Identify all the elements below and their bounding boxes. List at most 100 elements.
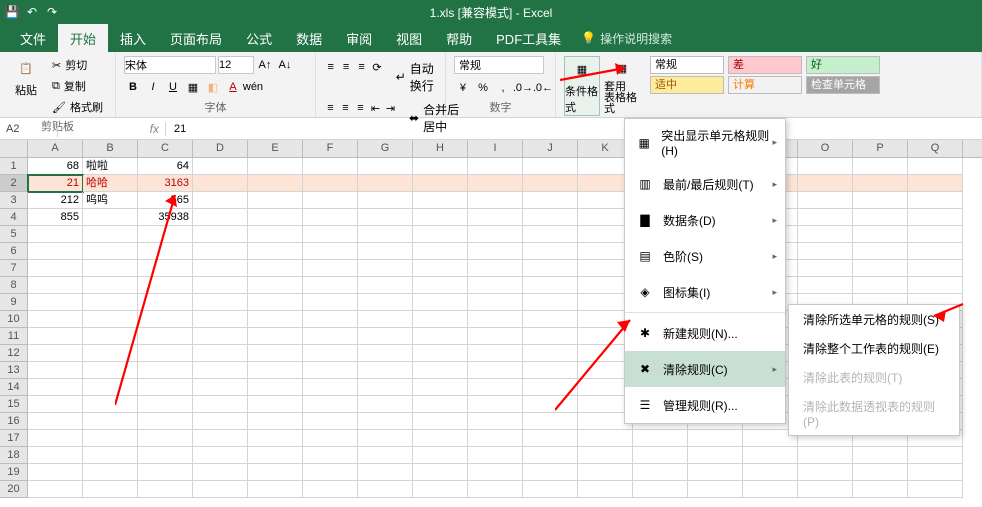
cell[interactable] (743, 464, 798, 481)
cell[interactable] (358, 328, 413, 345)
cell[interactable] (303, 413, 358, 430)
cell[interactable] (798, 243, 853, 260)
col-header-J[interactable]: J (523, 140, 578, 157)
cell[interactable] (853, 447, 908, 464)
cell[interactable] (413, 464, 468, 481)
cell[interactable] (248, 413, 303, 430)
cell[interactable] (28, 481, 83, 498)
cell[interactable] (523, 447, 578, 464)
cell[interactable] (138, 430, 193, 447)
cell[interactable] (413, 345, 468, 362)
cell[interactable] (578, 481, 633, 498)
row-header[interactable]: 20 (0, 481, 28, 498)
cell[interactable] (28, 311, 83, 328)
row-header[interactable]: 2 (0, 175, 28, 192)
cell[interactable] (28, 362, 83, 379)
cell[interactable] (853, 481, 908, 498)
cell[interactable] (358, 430, 413, 447)
tab-layout[interactable]: 页面布局 (158, 23, 234, 54)
cell[interactable] (853, 209, 908, 226)
cf-new-rule[interactable]: ✱新建规则(N)... (625, 315, 785, 351)
cell[interactable] (468, 158, 523, 175)
cell[interactable] (523, 464, 578, 481)
cell[interactable] (908, 447, 963, 464)
cell[interactable] (523, 158, 578, 175)
cell[interactable] (358, 260, 413, 277)
cell[interactable] (798, 481, 853, 498)
cell[interactable] (798, 464, 853, 481)
formula-input[interactable]: 21 (166, 121, 194, 137)
row-header[interactable]: 1 (0, 158, 28, 175)
align-right-icon[interactable]: ≡ (354, 100, 367, 116)
cell[interactable] (688, 481, 743, 498)
cell[interactable] (248, 481, 303, 498)
cell[interactable] (908, 158, 963, 175)
cell[interactable] (468, 243, 523, 260)
col-header-B[interactable]: B (83, 140, 138, 157)
redo-icon[interactable]: ↷ (44, 4, 60, 20)
row-header[interactable]: 12 (0, 345, 28, 362)
cell[interactable] (908, 277, 963, 294)
cell[interactable] (908, 260, 963, 277)
cell[interactable] (28, 447, 83, 464)
shrink-font-icon[interactable]: A↓ (276, 57, 294, 73)
cell[interactable] (578, 464, 633, 481)
col-header-G[interactable]: G (358, 140, 413, 157)
cell[interactable] (303, 447, 358, 464)
cell[interactable] (853, 464, 908, 481)
cell[interactable] (853, 158, 908, 175)
tab-review[interactable]: 审阅 (334, 23, 384, 54)
cell[interactable] (138, 447, 193, 464)
row-header[interactable]: 11 (0, 328, 28, 345)
cell[interactable] (413, 413, 468, 430)
undo-icon[interactable]: ↶ (24, 4, 40, 20)
style-neutral[interactable]: 适中 (650, 76, 724, 94)
cell[interactable] (193, 158, 248, 175)
orientation-icon[interactable]: ⟳ (370, 59, 383, 75)
cell[interactable] (413, 447, 468, 464)
cell[interactable] (468, 413, 523, 430)
col-header-E[interactable]: E (248, 140, 303, 157)
tab-data[interactable]: 数据 (284, 23, 334, 54)
row-header[interactable]: 14 (0, 379, 28, 396)
cf-clear-rules[interactable]: ✖清除规则(C)▸ (625, 351, 785, 387)
cell[interactable] (358, 447, 413, 464)
cell[interactable] (358, 396, 413, 413)
cell[interactable] (633, 447, 688, 464)
align-left-icon[interactable]: ≡ (324, 100, 337, 116)
cell[interactable] (358, 464, 413, 481)
cell[interactable] (468, 430, 523, 447)
cell[interactable] (83, 447, 138, 464)
cell[interactable] (303, 464, 358, 481)
tab-home[interactable]: 开始 (58, 23, 108, 54)
cell[interactable]: 68 (28, 158, 83, 175)
cell[interactable] (413, 362, 468, 379)
painter-button[interactable]: 🖌格式刷 (48, 98, 107, 116)
cell[interactable] (798, 175, 853, 192)
cell[interactable] (83, 430, 138, 447)
row-header[interactable]: 8 (0, 277, 28, 294)
font-color-button[interactable]: A (224, 79, 242, 95)
row-header[interactable]: 7 (0, 260, 28, 277)
cell[interactable] (248, 430, 303, 447)
row-header[interactable]: 6 (0, 243, 28, 260)
cell[interactable] (523, 243, 578, 260)
cell[interactable] (908, 464, 963, 481)
select-all-corner[interactable] (0, 140, 28, 157)
cell[interactable] (468, 447, 523, 464)
tab-view[interactable]: 视图 (384, 23, 434, 54)
cell[interactable] (413, 243, 468, 260)
cell[interactable] (468, 396, 523, 413)
cell[interactable] (413, 158, 468, 175)
cf-data-bars[interactable]: ▇数据条(D)▸ (625, 202, 785, 238)
row-header[interactable]: 19 (0, 464, 28, 481)
indent-inc-icon[interactable]: ⇥ (384, 100, 397, 116)
cell[interactable] (28, 260, 83, 277)
cf-icon-sets[interactable]: ◈图标集(I)▸ (625, 274, 785, 310)
cell[interactable] (28, 243, 83, 260)
cell[interactable] (28, 277, 83, 294)
cell[interactable] (468, 209, 523, 226)
col-header-F[interactable]: F (303, 140, 358, 157)
cell[interactable] (303, 158, 358, 175)
cell[interactable] (413, 294, 468, 311)
